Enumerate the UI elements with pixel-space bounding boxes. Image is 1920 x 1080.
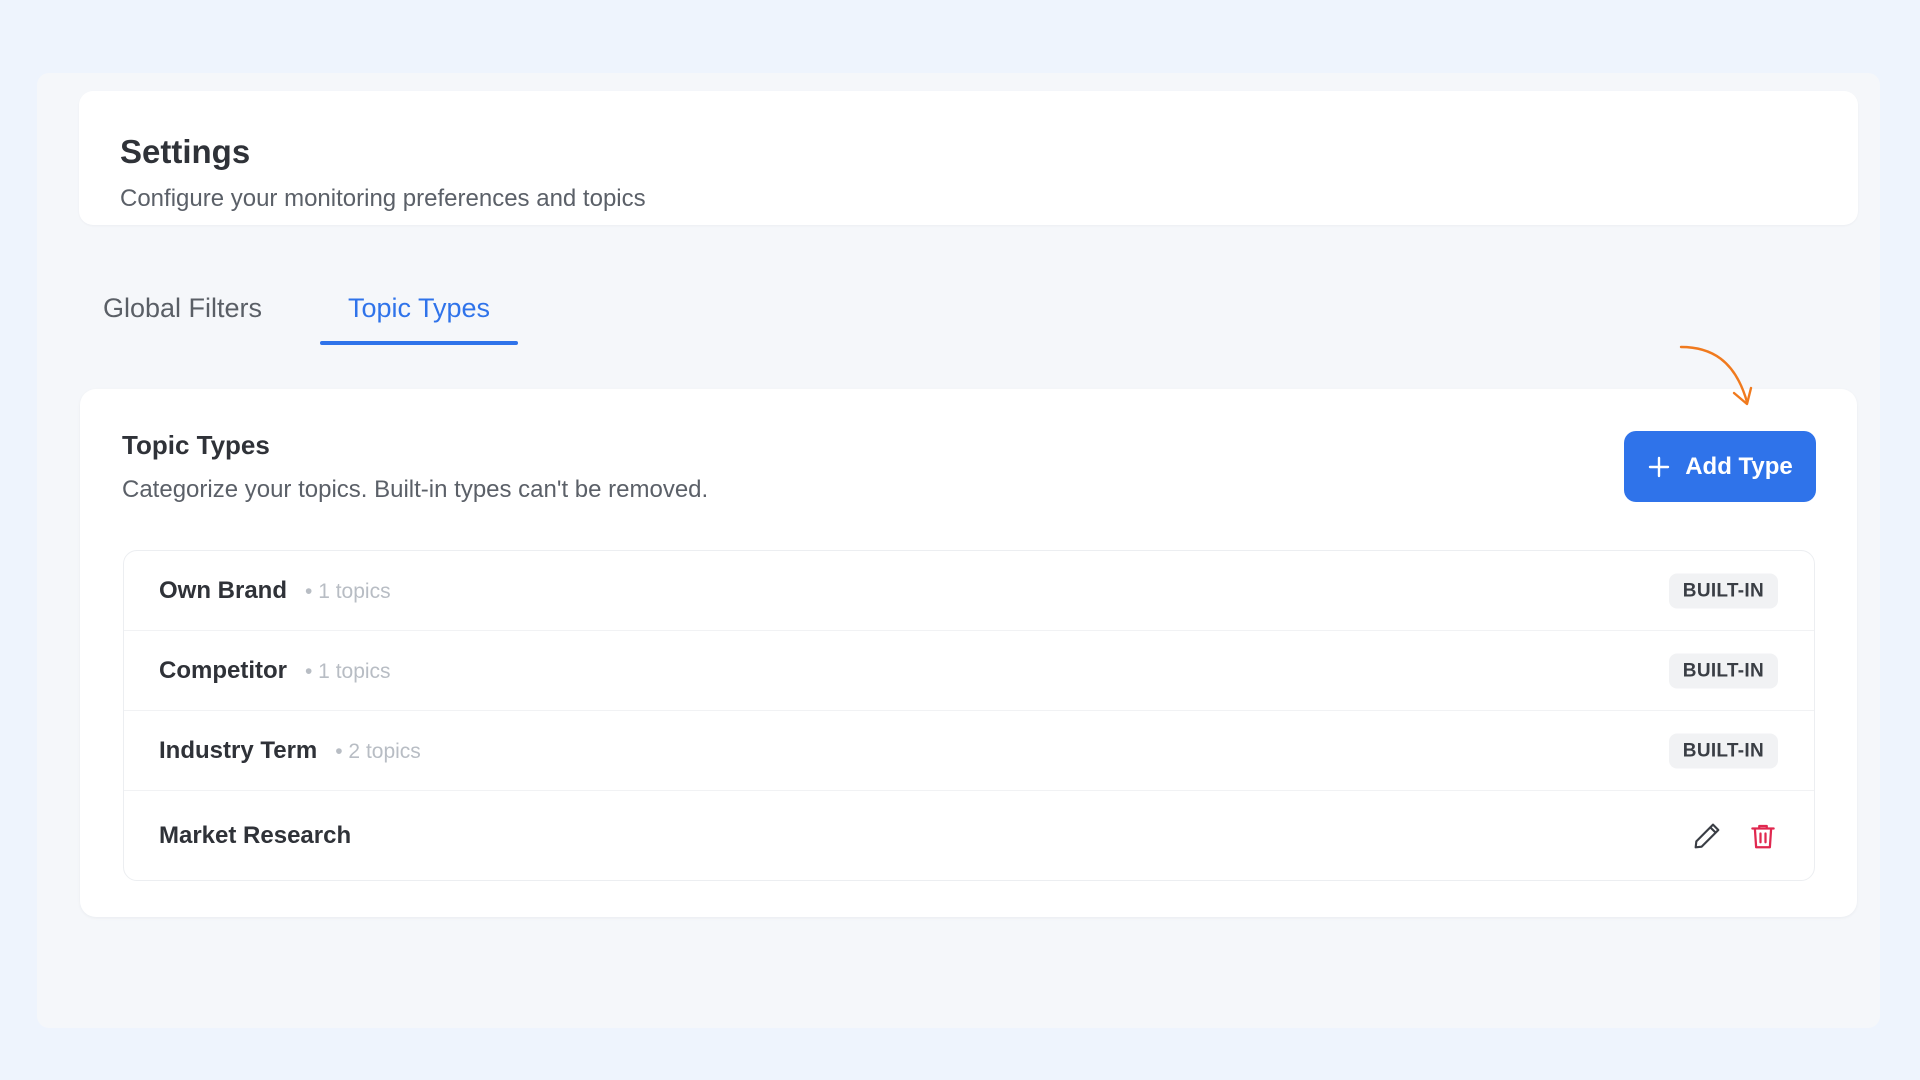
section-title: Topic Types (122, 430, 270, 460)
topic-types-list: Own Brand • 1 topics BUILT-IN Competitor •… (123, 550, 1815, 881)
settings-tabs: Global Filters Topic Types (37, 273, 737, 373)
add-type-label: Add Type (1685, 452, 1793, 480)
add-type-button[interactable]: Add Type (1624, 431, 1816, 502)
list-item: Industry Term • 2 topics BUILT-IN (124, 711, 1814, 791)
built-in-badge: BUILT-IN (1668, 573, 1778, 608)
trash-icon[interactable] (1746, 819, 1780, 853)
topic-count: • 1 topics (305, 579, 391, 603)
active-tab-indicator (320, 341, 518, 345)
row-actions (1690, 819, 1780, 853)
topic-type-name: Market Research (159, 822, 352, 849)
topic-type-name: Competitor (159, 656, 287, 684)
page-title: Settings (120, 133, 251, 170)
topic-type-name: Own Brand (159, 576, 288, 604)
topic-type-name: Industry Term (159, 736, 318, 764)
list-item: Competitor • 1 topics BUILT-IN (124, 631, 1814, 711)
built-in-badge: BUILT-IN (1668, 733, 1778, 768)
topic-types-card: Topic Types Categorize your topics. Buil… (80, 389, 1857, 917)
list-item: Market Research (124, 791, 1814, 880)
topic-count: • 1 topics (305, 659, 391, 683)
plus-icon (1647, 455, 1671, 479)
built-in-badge: BUILT-IN (1668, 653, 1778, 688)
pencil-icon[interactable] (1690, 819, 1724, 853)
topic-count: • 2 topics (335, 739, 421, 763)
section-description: Categorize your topics. Built-in types c… (122, 476, 709, 503)
settings-page: Settings Configure your monitoring prefe… (37, 73, 1880, 1028)
annotation-arrow-icon (1679, 345, 1753, 406)
page-header: Settings Configure your monitoring prefe… (79, 91, 1858, 225)
tab-topic-types[interactable]: Topic Types (320, 273, 518, 345)
tab-global-filters[interactable]: Global Filters (103, 273, 262, 345)
page-subtitle: Configure your monitoring preferences an… (120, 185, 646, 212)
list-item: Own Brand • 1 topics BUILT-IN (124, 551, 1814, 631)
